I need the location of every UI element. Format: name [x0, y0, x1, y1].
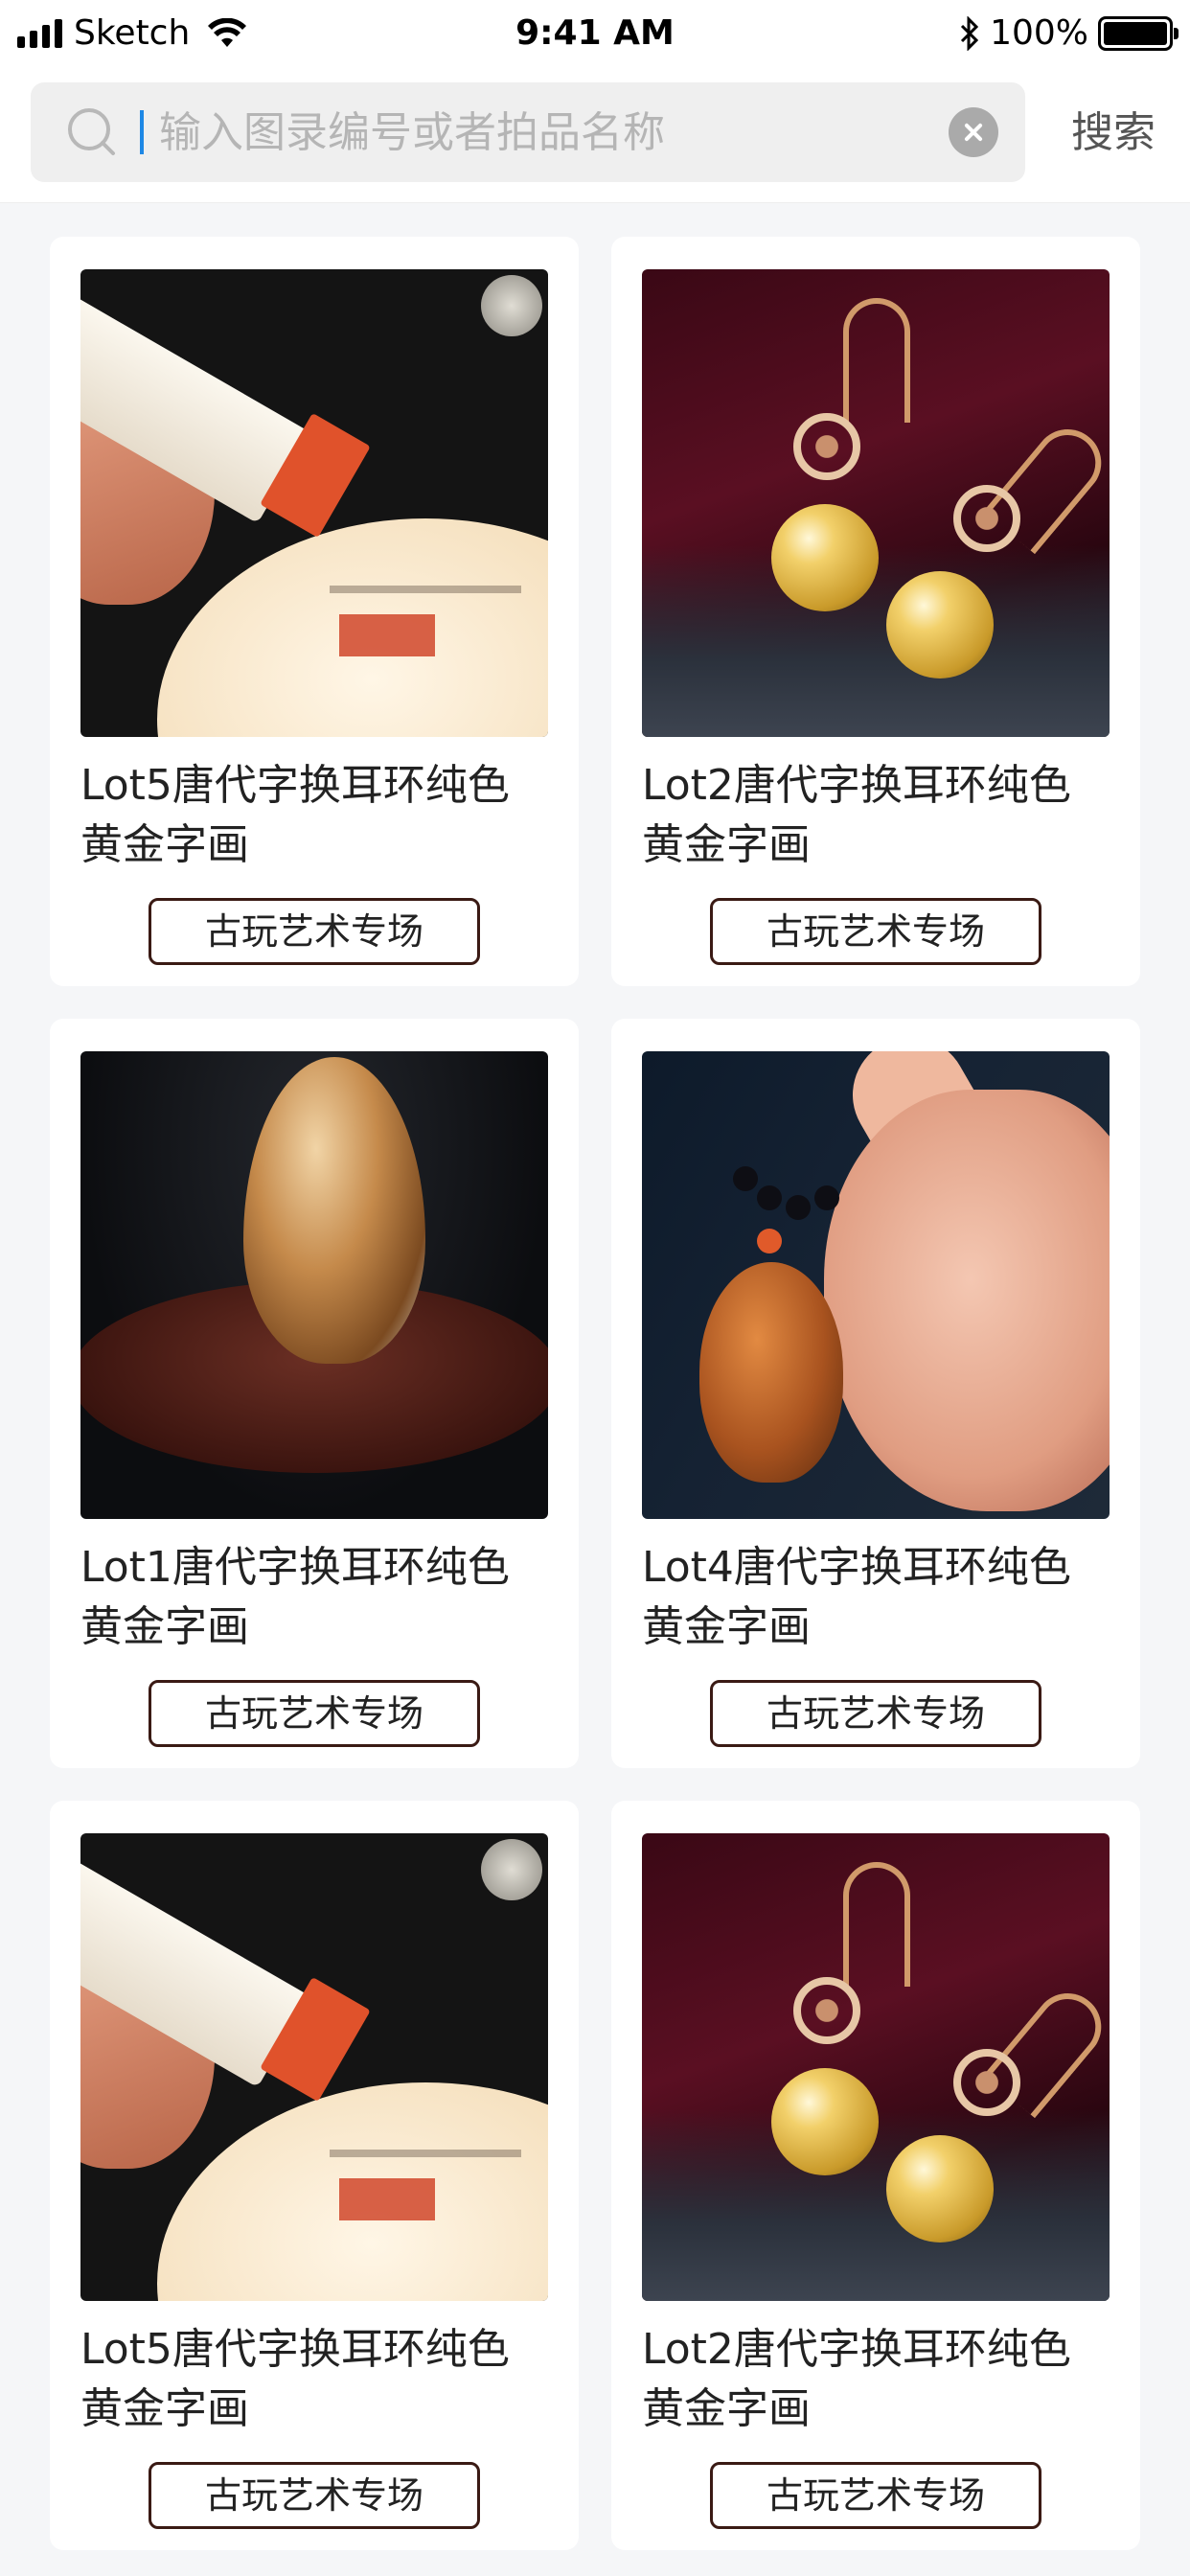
- session-tag-button[interactable]: 古玩艺术专场: [710, 1680, 1041, 1747]
- session-tag-button[interactable]: 古玩艺术专场: [149, 1680, 480, 1747]
- lot-title[interactable]: Lot1唐代字换耳环纯色黄金字画: [80, 1538, 548, 1657]
- bluetooth-icon: [961, 15, 979, 51]
- lot-grid: Lot5唐代字换耳环纯色黄金字画 古玩艺术专场 Lot2唐代字换耳环纯色黄金字画…: [50, 237, 1140, 2550]
- lot-card[interactable]: Lot4唐代字换耳环纯色黄金字画 古玩艺术专场: [611, 1019, 1140, 1768]
- lot-title[interactable]: Lot4唐代字换耳环纯色黄金字画: [642, 1538, 1110, 1657]
- lot-title[interactable]: Lot2唐代字换耳环纯色黄金字画: [642, 2320, 1110, 2439]
- lot-title[interactable]: Lot2唐代字换耳环纯色黄金字画: [642, 756, 1110, 875]
- lot-card[interactable]: Lot5唐代字换耳环纯色黄金字画 古玩艺术专场: [50, 237, 579, 986]
- session-tag-button[interactable]: 古玩艺术专场: [149, 2462, 480, 2529]
- status-right: 100%: [959, 13, 1179, 53]
- lot-title[interactable]: Lot5唐代字换耳环纯色黄金字画: [80, 756, 548, 875]
- session-tag-button[interactable]: 古玩艺术专场: [710, 898, 1041, 965]
- lot-image-pearl[interactable]: [642, 1833, 1110, 2301]
- lot-card[interactable]: Lot5唐代字换耳环纯色黄金字画 古玩艺术专场: [50, 1801, 579, 2550]
- lot-card[interactable]: Lot2唐代字换耳环纯色黄金字画 古玩艺术专场: [611, 1801, 1140, 2550]
- lot-image-pearl[interactable]: [642, 269, 1110, 737]
- status-bar: Sketch 9:41 AM 100%: [0, 0, 1190, 69]
- lot-image-seal[interactable]: [80, 269, 548, 737]
- search-input[interactable]: [144, 107, 949, 157]
- search-box[interactable]: [31, 82, 1025, 182]
- search-icon: [68, 108, 115, 155]
- lot-title[interactable]: Lot5唐代字换耳环纯色黄金字画: [80, 2320, 548, 2439]
- session-tag-button[interactable]: 古玩艺术专场: [710, 2462, 1041, 2529]
- session-tag-button[interactable]: 古玩艺术专场: [149, 898, 480, 965]
- lot-card[interactable]: Lot1唐代字换耳环纯色黄金字画 古玩艺术专场: [50, 1019, 579, 1768]
- battery-icon: [1098, 15, 1179, 51]
- lot-image-seal[interactable]: [80, 1833, 548, 2301]
- clear-icon[interactable]: [949, 107, 998, 157]
- lot-image-pendant[interactable]: [642, 1051, 1110, 1519]
- search-button[interactable]: 搜索: [1071, 98, 1156, 159]
- lot-card[interactable]: Lot2唐代字换耳环纯色黄金字画 古玩艺术专场: [611, 237, 1140, 986]
- battery-percent: 100%: [990, 13, 1088, 53]
- lot-image-stone[interactable]: [80, 1051, 548, 1519]
- search-bar: 搜索: [0, 69, 1190, 203]
